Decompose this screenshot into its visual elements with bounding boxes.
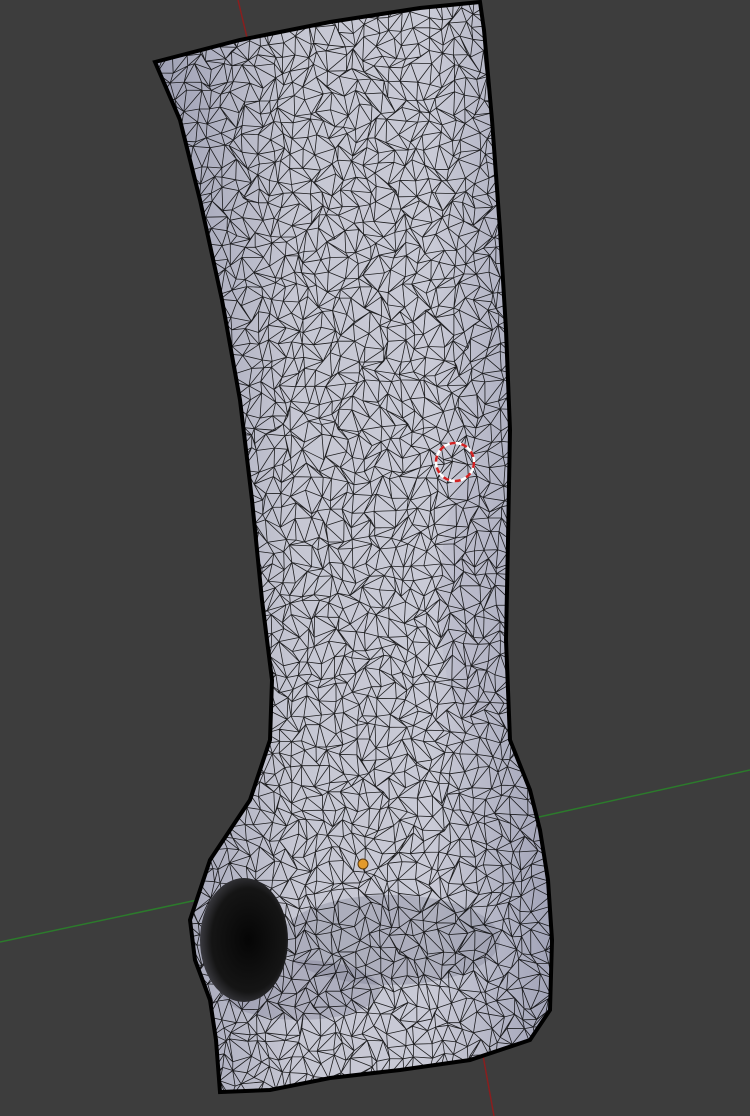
cast-mesh[interactable] (145, 0, 566, 1106)
viewport-canvas[interactable] (0, 0, 750, 1116)
cast-opening-hole (200, 878, 288, 1002)
3d-viewport[interactable] (0, 0, 750, 1116)
y-axis-line-right (529, 769, 750, 820)
object-origin-point[interactable] (357, 858, 369, 870)
x-axis-line-bottom (481, 1049, 495, 1116)
